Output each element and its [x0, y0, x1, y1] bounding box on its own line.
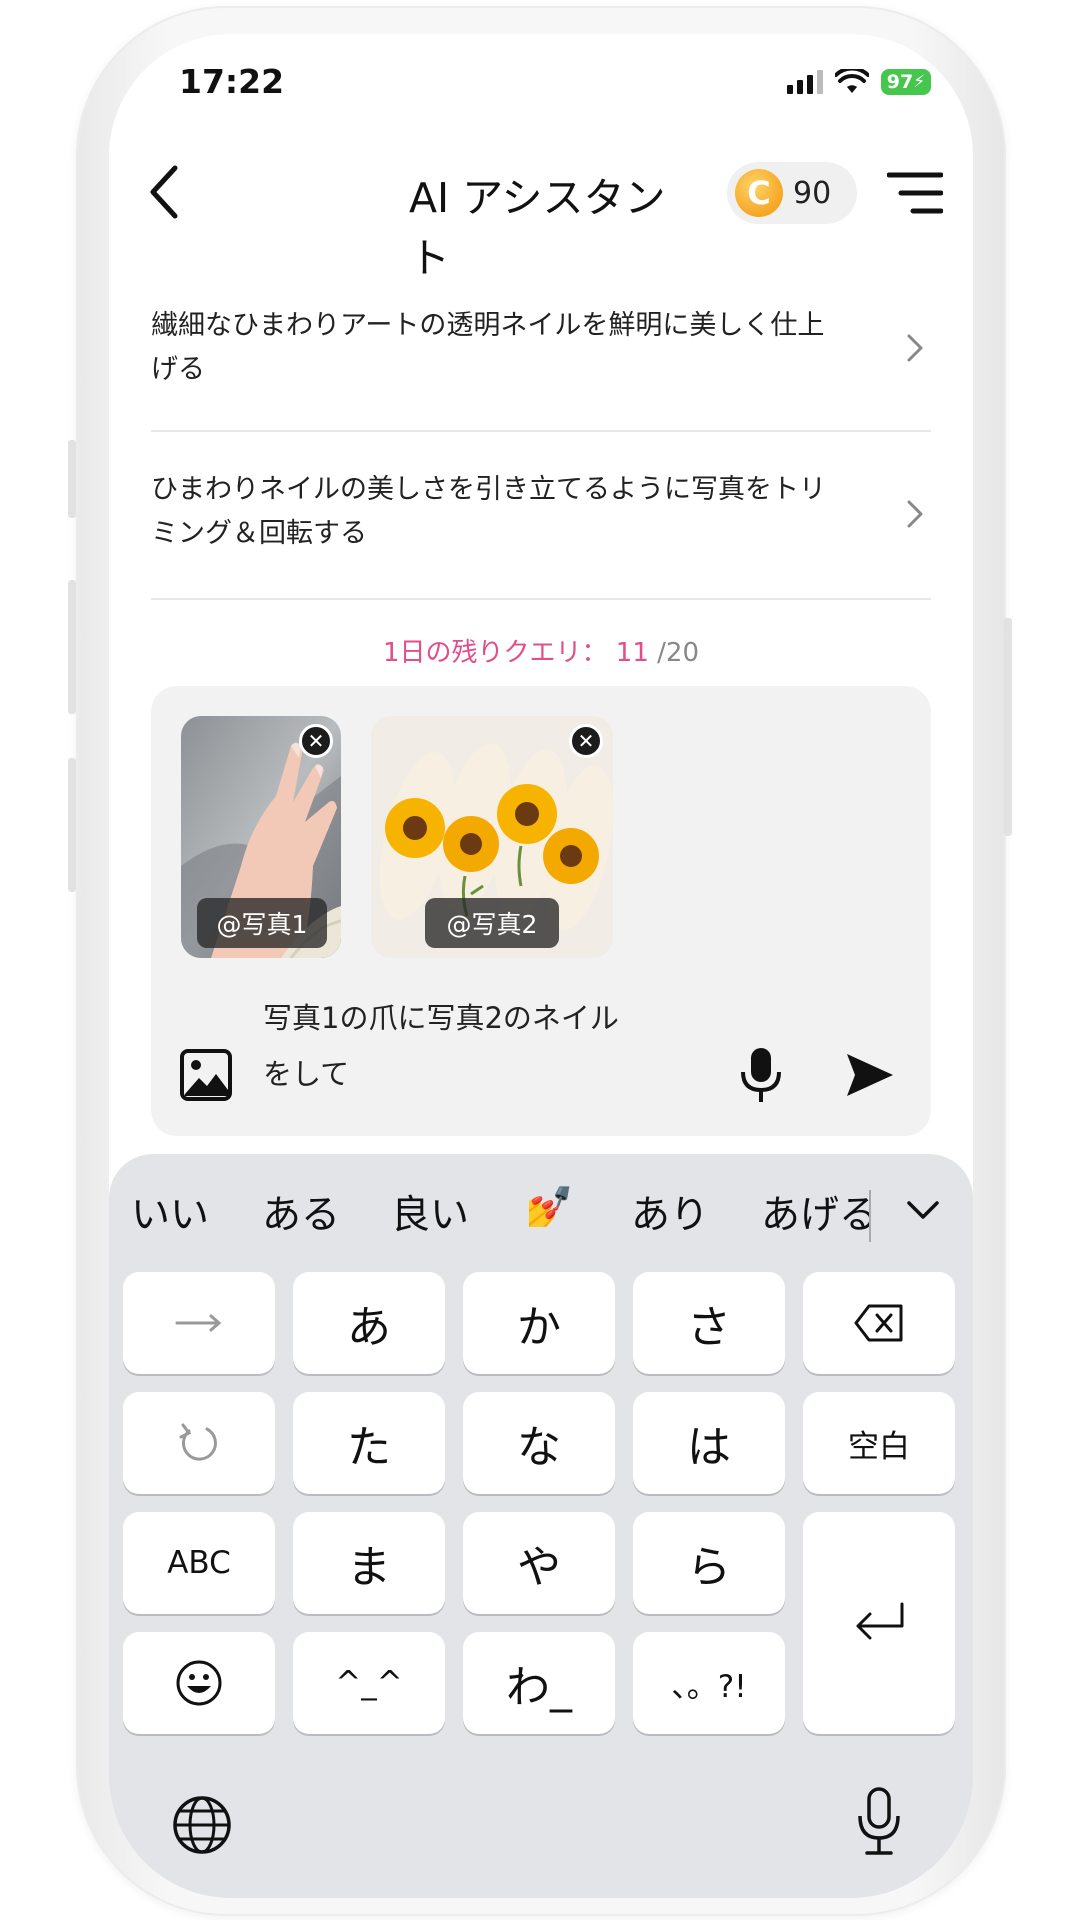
- side-button-power: [1004, 618, 1012, 836]
- key-ka[interactable]: か: [463, 1272, 615, 1374]
- page-title: AI アシスタント: [409, 174, 666, 282]
- attachment-photo-1[interactable]: ✕ @写真1: [181, 716, 341, 958]
- send-icon[interactable]: [845, 1052, 895, 1098]
- key-next-arrow[interactable]: [123, 1272, 275, 1374]
- key-ya[interactable]: や: [463, 1512, 615, 1614]
- key-ra[interactable]: ら: [633, 1512, 785, 1614]
- coin-icon: C: [735, 169, 783, 217]
- candidate-word[interactable]: 良い: [391, 1184, 469, 1240]
- suggestion-line: げる: [151, 354, 205, 385]
- chevron-right-icon: [907, 334, 923, 362]
- suggestion-line: ミング＆回転する: [151, 518, 367, 549]
- suggestion-item-2[interactable]: ひまわりネイルの美しさを引き立てるように写真をトリ ミング＆回転する: [151, 432, 931, 600]
- key-backspace[interactable]: [803, 1272, 955, 1374]
- key-sa[interactable]: さ: [633, 1272, 785, 1374]
- key-abc[interactable]: ABC: [123, 1512, 275, 1614]
- status-time: 17:22: [179, 62, 285, 101]
- phone-screen: 17:22 97 ⚡ AI アシスタント C 90 繊細なひまわりアートの透明ネイ…: [109, 34, 973, 1898]
- status-icons: 97 ⚡: [787, 64, 931, 100]
- coin-count: 90: [793, 175, 832, 211]
- microphone-icon[interactable]: [739, 1046, 783, 1104]
- quota-label: 1日の残りクエリ：: [382, 638, 608, 668]
- key-ta[interactable]: た: [293, 1392, 445, 1494]
- coin-balance[interactable]: C 90: [727, 162, 857, 224]
- quota-total: /20: [657, 638, 699, 668]
- undo-icon: [179, 1423, 217, 1461]
- daily-query-quota: 1日の残りクエリ： 11 /20: [109, 632, 973, 669]
- return-icon: [856, 1602, 904, 1640]
- side-button-volume-up: [68, 580, 76, 714]
- candidate-divider: [869, 1190, 871, 1242]
- candidate-word[interactable]: いい: [131, 1184, 209, 1240]
- message-input[interactable]: 写真1の爪に写真2のネイル をして: [263, 990, 683, 1102]
- battery-indicator: 97 ⚡: [881, 69, 931, 95]
- candidate-word[interactable]: あり: [631, 1184, 709, 1240]
- key-emoji[interactable]: [123, 1632, 275, 1734]
- attachment-tag-1: @写真1: [197, 898, 327, 948]
- suggestion-line: ひまわりネイルの美しさを引き立てるように写真をトリ: [151, 474, 826, 505]
- chevron-down-icon[interactable]: [905, 1198, 941, 1222]
- key-punctuation[interactable]: 、。?!: [633, 1632, 785, 1734]
- key-undo[interactable]: [123, 1392, 275, 1494]
- candidate-word[interactable]: ある: [262, 1184, 340, 1240]
- back-chevron-icon[interactable]: [145, 162, 185, 222]
- remove-attachment-1-button[interactable]: ✕: [299, 724, 333, 758]
- suggestion-text: ひまわりネイルの美しさを引き立てるように写真をトリ ミング＆回転する: [151, 468, 881, 556]
- image-picker-icon[interactable]: [179, 1048, 233, 1102]
- globe-icon[interactable]: [171, 1794, 233, 1856]
- menu-icon[interactable]: [887, 169, 943, 217]
- suggestion-text: 繊細なひまわりアートの透明ネイルを鮮明に美しく仕上 げる: [151, 304, 881, 392]
- wifi-icon: [835, 69, 869, 93]
- key-na[interactable]: な: [463, 1392, 615, 1494]
- key-wa[interactable]: わ_: [463, 1632, 615, 1734]
- attachment-tag-2: @写真2: [425, 898, 559, 948]
- key-a[interactable]: あ: [293, 1272, 445, 1374]
- attachment-photo-2[interactable]: ✕ @写真2: [371, 716, 613, 958]
- side-button-mute: [68, 440, 76, 518]
- message-line: をして: [263, 1057, 350, 1091]
- cellular-signal-icon: [787, 70, 823, 94]
- dictation-microphone-icon[interactable]: [855, 1786, 903, 1858]
- candidate-emoji[interactable]: 💅: [525, 1184, 574, 1230]
- remove-attachment-2-button[interactable]: ✕: [569, 724, 603, 758]
- candidate-bar: いい ある 良い 💅 あり あげる: [109, 1184, 973, 1254]
- message-line: 写真1の爪に写真2のネイル: [263, 1001, 619, 1035]
- backspace-icon: [854, 1304, 903, 1342]
- key-space[interactable]: 空白: [803, 1392, 955, 1494]
- key-kaomoji[interactable]: ^_^: [293, 1632, 445, 1734]
- chevron-right-icon: [907, 500, 923, 528]
- arrow-right-icon: [175, 1314, 222, 1332]
- key-ma[interactable]: ま: [293, 1512, 445, 1614]
- suggestion-line: 繊細なひまわりアートの透明ネイルを鮮明に美しく仕上: [151, 310, 825, 341]
- charging-icon: ⚡: [913, 72, 926, 92]
- battery-level: 97: [886, 71, 914, 93]
- candidate-word[interactable]: あげる: [761, 1184, 869, 1240]
- suggestion-item-1[interactable]: 繊細なひまわりアートの透明ネイルを鮮明に美しく仕上 げる: [151, 270, 931, 432]
- side-button-volume-down: [68, 758, 76, 892]
- quota-remaining: 11: [615, 638, 649, 668]
- keyboard: いい ある 良い 💅 あり あげる あ か さ た な は 空白 ABC ま や…: [109, 1154, 973, 1898]
- key-ha[interactable]: は: [633, 1392, 785, 1494]
- message-composer: ✕ @写真1 ✕ @写真2 写真1の爪に写真2のネイル をして: [151, 686, 931, 1136]
- emoji-icon: [176, 1660, 222, 1706]
- key-return[interactable]: [803, 1512, 955, 1734]
